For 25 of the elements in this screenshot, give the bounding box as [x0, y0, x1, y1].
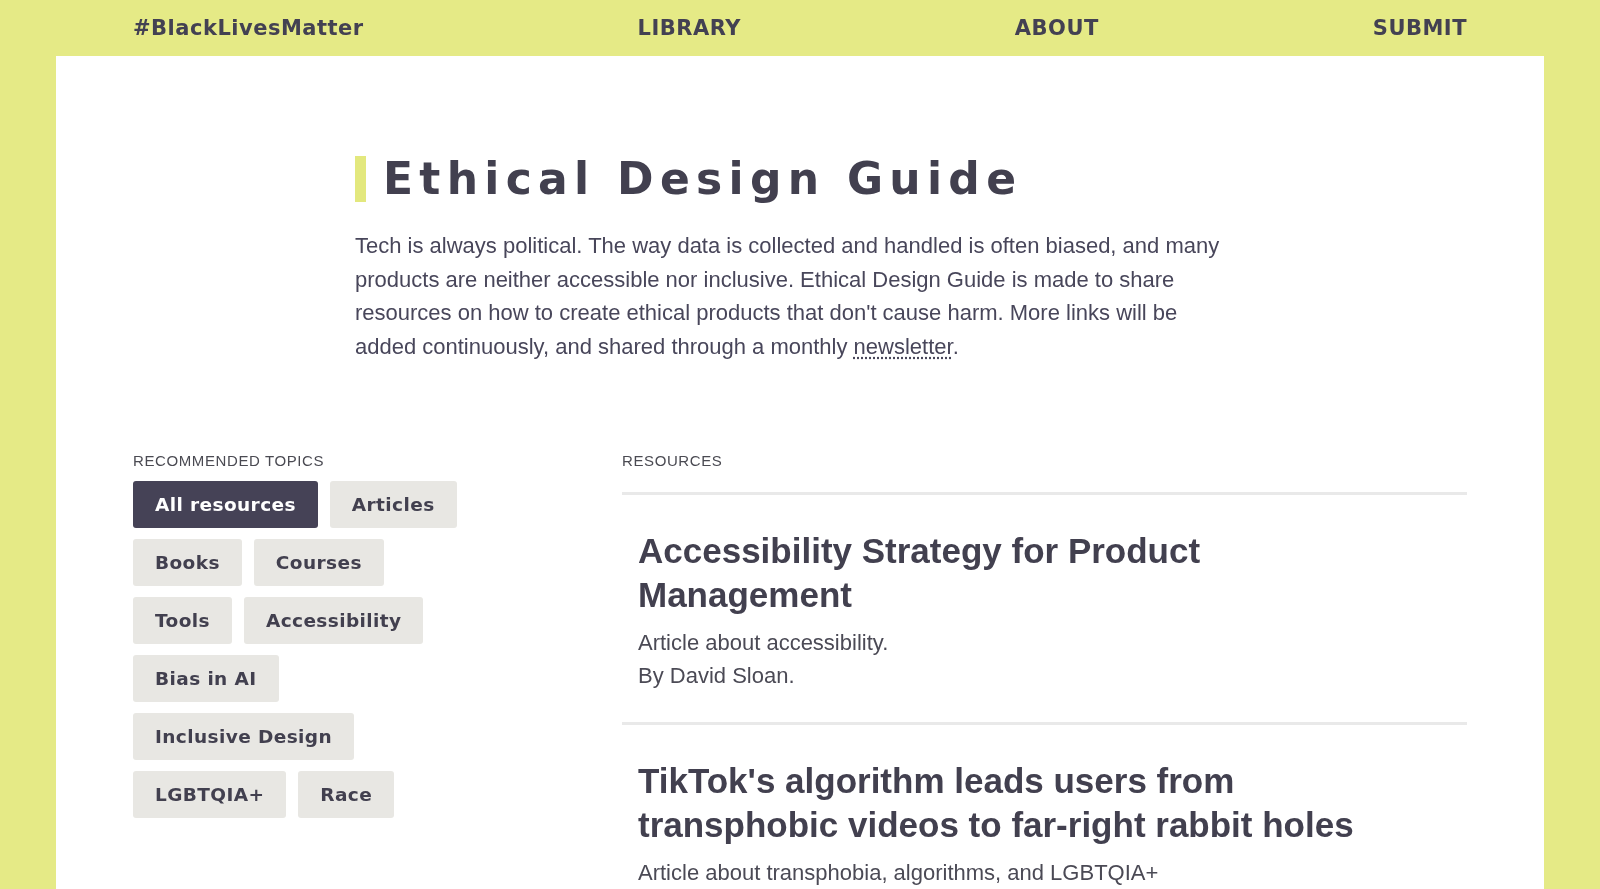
accent-bar	[355, 156, 366, 202]
resource-author: By David Sloan.	[638, 662, 796, 690]
topic-filter-button[interactable]: Accessibility	[243, 597, 424, 644]
topic-filter-button[interactable]: Tools	[133, 597, 232, 644]
topic-filter-button[interactable]: Courses	[253, 539, 384, 586]
newsletter-link[interactable]: newsletter	[853, 333, 953, 359]
topic-filter-button[interactable]: Inclusive Design	[133, 713, 354, 760]
hashtag-link[interactable]: #BlackLivesMatter	[133, 15, 364, 41]
topic-filter-button[interactable]: All resources	[133, 481, 318, 528]
resource-title-link[interactable]: Accessibility Strategy for Product Management	[638, 529, 1378, 617]
topic-filter-button[interactable]: LGBTQIA+	[133, 771, 287, 818]
intro-paragraph: Tech is always political. The way data is collected and handled is often biased, and many products are neither accessible nor inclusive. Ethical Design Guide is made to share resources on how to create ethical products that don't cause harm. More links will be added continuously, and shared through a monthly newsletter.	[355, 232, 1221, 361]
page-title: Ethical Design Guide	[383, 156, 1023, 202]
nav-link[interactable]: LIBRARY	[637, 15, 741, 41]
nav-link[interactable]: SUBMIT	[1372, 15, 1467, 41]
topic-filter-button[interactable]: Books	[133, 539, 242, 586]
nav-link[interactable]: ABOUT	[1014, 15, 1099, 41]
section-heading: RECOMMENDED TOPICS	[133, 451, 326, 471]
topic-filter-button[interactable]: Articles	[329, 481, 457, 528]
resource-description: Article about accessibility.	[638, 629, 890, 657]
topic-filter-button[interactable]: Bias in AI	[133, 655, 279, 702]
topic-filter-button[interactable]: Race	[298, 771, 395, 818]
resource-title-link[interactable]: TikTok's algorithm leads users from transphobic videos to far-right rabbit holes	[638, 759, 1378, 847]
section-heading: RESOURCES	[622, 451, 724, 471]
resource-description: Article about transphobia, algorithms, and LGBTQIA+	[638, 859, 1160, 887]
